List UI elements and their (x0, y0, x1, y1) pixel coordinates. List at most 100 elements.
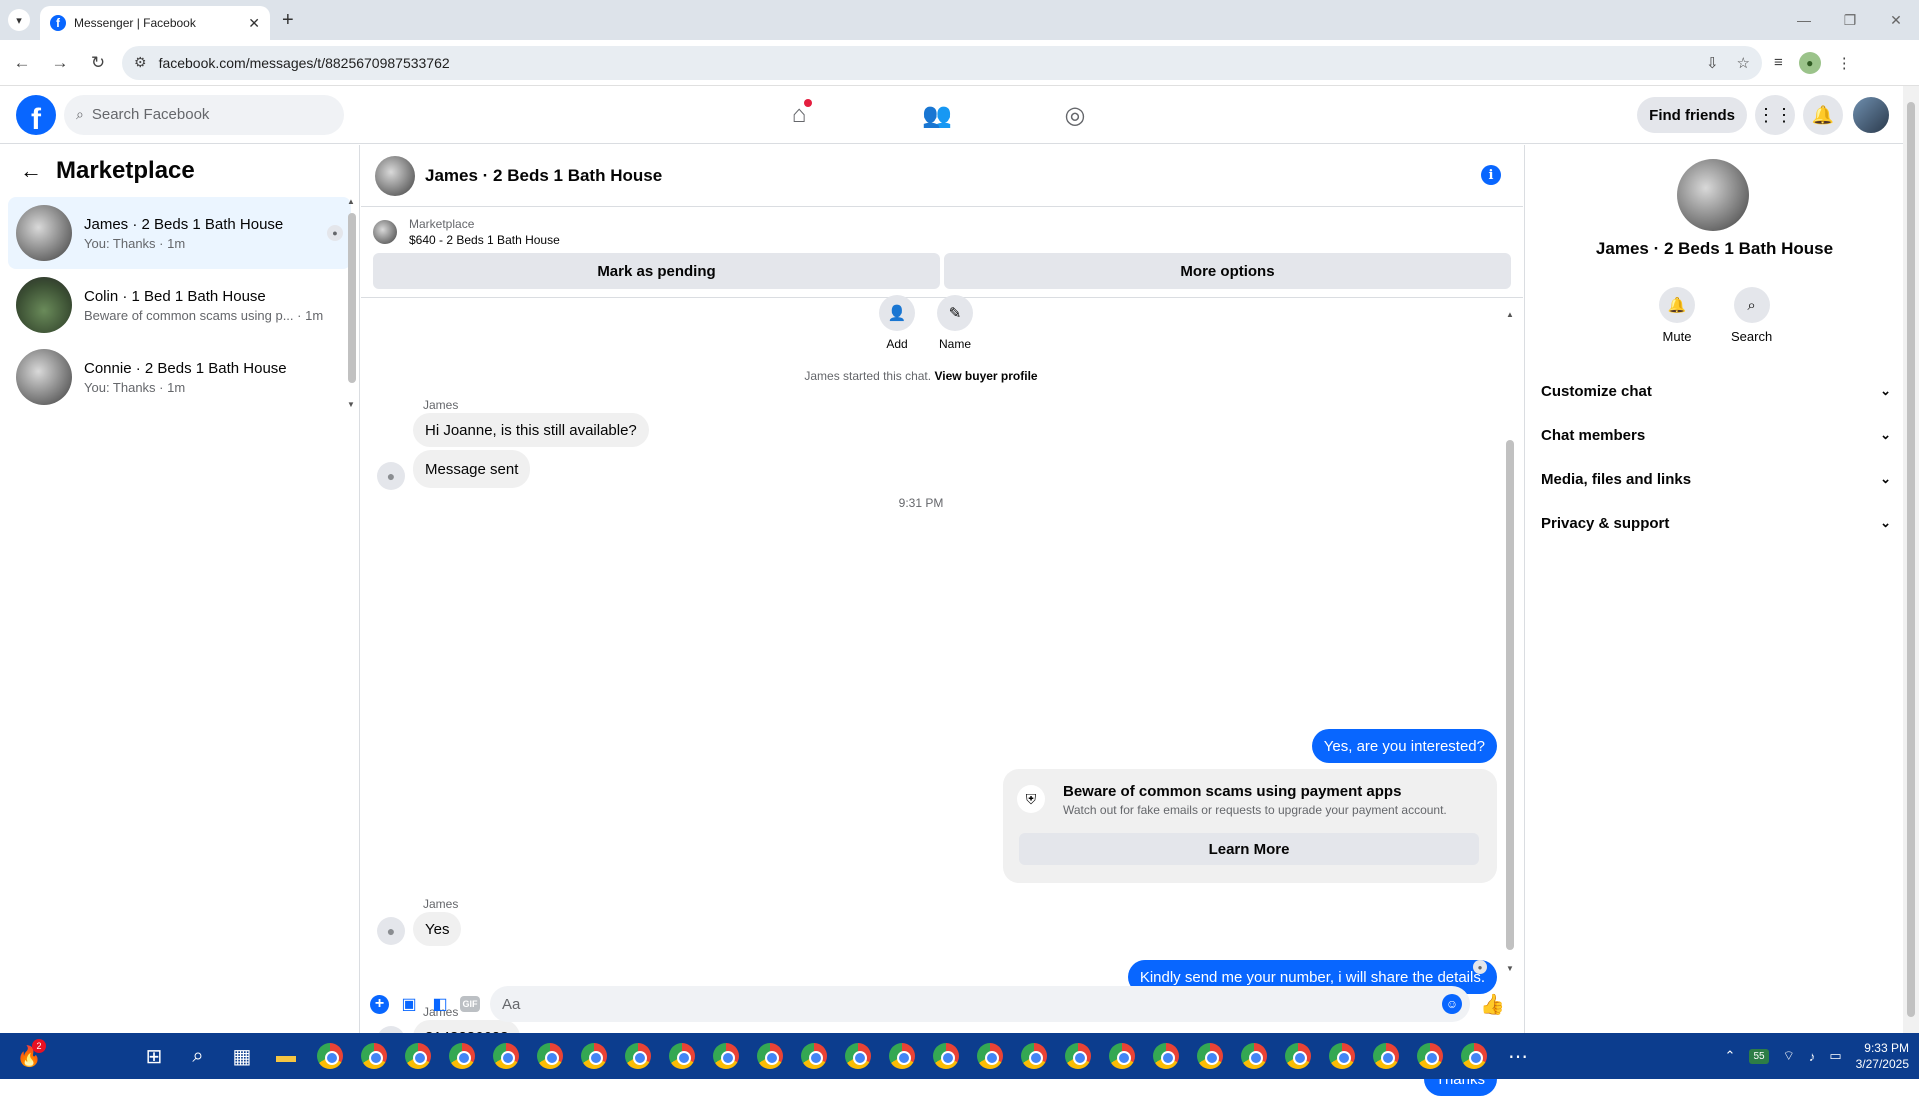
attach-photo-icon[interactable]: ▣ (398, 993, 420, 1015)
chrome-icon[interactable] (1368, 1038, 1404, 1074)
chrome-icon[interactable] (488, 1038, 524, 1074)
chrome-icon[interactable] (576, 1038, 612, 1074)
scroll-down-icon[interactable]: ▼ (1506, 964, 1514, 973)
chrome-icon[interactable] (1236, 1038, 1272, 1074)
scrollbar-thumb[interactable] (348, 213, 356, 383)
chrome-icon[interactable] (1280, 1038, 1316, 1074)
facebook-logo-icon[interactable]: f (16, 94, 56, 135)
info-icon[interactable]: i (1481, 165, 1501, 185)
chrome-icon[interactable] (1192, 1038, 1228, 1074)
minimize-icon[interactable]: — (1781, 0, 1827, 40)
new-tab-icon[interactable]: + (282, 9, 294, 32)
customize-chat-item[interactable]: Customize chat ⌄ (1541, 369, 1891, 413)
reload-icon[interactable]: ↻ (82, 47, 114, 79)
media-control-icon[interactable]: ≡ (1774, 54, 1783, 71)
facebook-search-input[interactable]: ⌕ Search Facebook (64, 94, 344, 135)
groups-icon[interactable]: ◎ (1056, 101, 1094, 130)
conversation-item[interactable]: Colin · 1 Bed 1 Bath House Beware of com… (8, 269, 351, 341)
tray-chevron-up-icon[interactable]: ⌃ (1725, 1048, 1736, 1064)
chrome-icon[interactable] (356, 1038, 392, 1074)
message-input[interactable]: Aa ☺ (490, 986, 1470, 1022)
page-scrollbar[interactable] (1903, 86, 1919, 1033)
close-tab-icon[interactable]: ✕ (248, 15, 260, 32)
home-icon[interactable]: ⌂ (780, 99, 818, 129)
emoji-icon[interactable]: ☺ (1442, 994, 1462, 1014)
chat-avatar[interactable] (375, 155, 415, 196)
incoming-message[interactable]: Yes (413, 912, 462, 946)
chrome-icon[interactable] (708, 1038, 744, 1074)
sidebar-scrollbar[interactable]: ▲ ▼ (346, 197, 356, 409)
wifi-icon[interactable]: ⌔ (1783, 1048, 1795, 1064)
start-windows-icon[interactable]: ⊞ (136, 1038, 172, 1074)
chrome-icon[interactable] (400, 1038, 436, 1074)
chrome-icon[interactable] (752, 1038, 788, 1074)
bookmark-star-icon[interactable]: ☆ (1737, 54, 1750, 72)
conversation-item[interactable]: Connie · 2 Beds 1 Bath House You: Thanks… (8, 341, 351, 413)
add-people-button[interactable]: 👤 Add (879, 295, 915, 351)
browser-tab-active[interactable]: f Messenger | Facebook ✕ (40, 6, 270, 40)
site-info-icon[interactable]: ⚙ (134, 54, 147, 71)
chrome-icon[interactable] (1016, 1038, 1052, 1074)
chrome-icon[interactable] (444, 1038, 480, 1074)
outgoing-message[interactable]: Yes, are you interested? (1311, 729, 1497, 763)
scroll-up-icon[interactable]: ▲ (347, 197, 355, 206)
scrollbar-thumb[interactable] (1506, 440, 1514, 950)
account-avatar[interactable] (1851, 95, 1891, 135)
restore-icon[interactable]: ❐ (1827, 0, 1873, 40)
find-friends-button[interactable]: Find friends (1637, 97, 1747, 133)
forward-arrow-icon[interactable]: → (44, 47, 76, 79)
scroll-up-icon[interactable]: ▲ (1506, 310, 1514, 319)
thumbs-up-icon[interactable]: 👍 (1480, 992, 1505, 1017)
address-bar[interactable]: ⚙ facebook.com/messages/t/88256709875337… (122, 45, 1762, 80)
chrome-icon[interactable] (1060, 1038, 1096, 1074)
conversation-item[interactable]: James · 2 Beds 1 Bath House You: Thanks … (8, 197, 351, 269)
gif-icon[interactable]: GIF (460, 996, 480, 1012)
listing-title[interactable]: $640 - 2 Beds 1 Bath House (409, 233, 560, 247)
close-window-icon[interactable]: ✕ (1873, 0, 1919, 40)
chrome-icon[interactable] (664, 1038, 700, 1074)
notifications-bell-icon[interactable]: 🔔 (1803, 95, 1843, 135)
file-explorer-icon[interactable]: ▬ (268, 1038, 304, 1074)
chrome-icon[interactable] (1412, 1038, 1448, 1074)
chrome-icon[interactable] (532, 1038, 568, 1074)
browser-profile-icon[interactable]: ● (1798, 51, 1821, 74)
contact-avatar[interactable] (1677, 159, 1749, 231)
chrome-icon[interactable] (884, 1038, 920, 1074)
learn-more-button[interactable]: Learn More (1019, 833, 1479, 865)
chat-scrollbar[interactable]: ▲ ▼ (1504, 310, 1516, 973)
chrome-icon[interactable] (312, 1038, 348, 1074)
chrome-icon[interactable] (1104, 1038, 1140, 1074)
clock[interactable]: 9:33 PM 3/27/2025 (1856, 1040, 1909, 1072)
scroll-down-icon[interactable]: ▼ (347, 400, 355, 409)
listing-thumbnail[interactable] (373, 220, 397, 244)
more-actions-plus-icon[interactable]: + (370, 994, 389, 1014)
overflow-dots-icon[interactable]: ⋯ (1500, 1038, 1536, 1074)
sticker-icon[interactable]: ◧ (429, 993, 451, 1015)
chat-members-item[interactable]: Chat members ⌄ (1541, 413, 1891, 457)
mark-as-pending-button[interactable]: Mark as pending (373, 253, 940, 289)
chrome-icon[interactable] (1324, 1038, 1360, 1074)
battery-icon[interactable]: ▭ (1829, 1048, 1841, 1064)
chrome-icon[interactable] (1148, 1038, 1184, 1074)
chrome-icon[interactable] (840, 1038, 876, 1074)
back-arrow-icon[interactable]: ← (6, 47, 38, 79)
tray-app-badge[interactable]: 55 (1749, 1048, 1769, 1064)
browser-menu-icon[interactable]: ⋮ (1837, 54, 1852, 72)
chrome-icon[interactable] (1456, 1038, 1492, 1074)
friends-icon[interactable]: 👥 (918, 101, 956, 130)
menu-grid-icon[interactable]: ⋮⋮ (1755, 95, 1795, 135)
more-options-button[interactable]: More options (944, 253, 1511, 289)
mute-button[interactable]: 🔔 Mute (1659, 287, 1695, 344)
widgets-icon[interactable]: 🔥 2 (12, 1039, 46, 1073)
privacy-support-item[interactable]: Privacy & support ⌄ (1541, 501, 1891, 545)
task-view-icon[interactable]: ▦ (224, 1038, 260, 1074)
incoming-message[interactable]: Hi Joanne, is this still available? (413, 413, 649, 447)
url-text[interactable]: facebook.com/messages/t/8825670987533762 (159, 55, 1688, 71)
search-conversation-button[interactable]: ⌕ Search (1731, 287, 1772, 344)
chrome-icon[interactable] (972, 1038, 1008, 1074)
media-files-links-item[interactable]: Media, files and links ⌄ (1541, 457, 1891, 501)
chrome-icon[interactable] (796, 1038, 832, 1074)
chat-title[interactable]: James · 2 Beds 1 Bath House (425, 166, 662, 186)
install-app-icon[interactable]: ⇩ (1706, 54, 1719, 72)
volume-icon[interactable]: ♪ (1809, 1049, 1816, 1064)
